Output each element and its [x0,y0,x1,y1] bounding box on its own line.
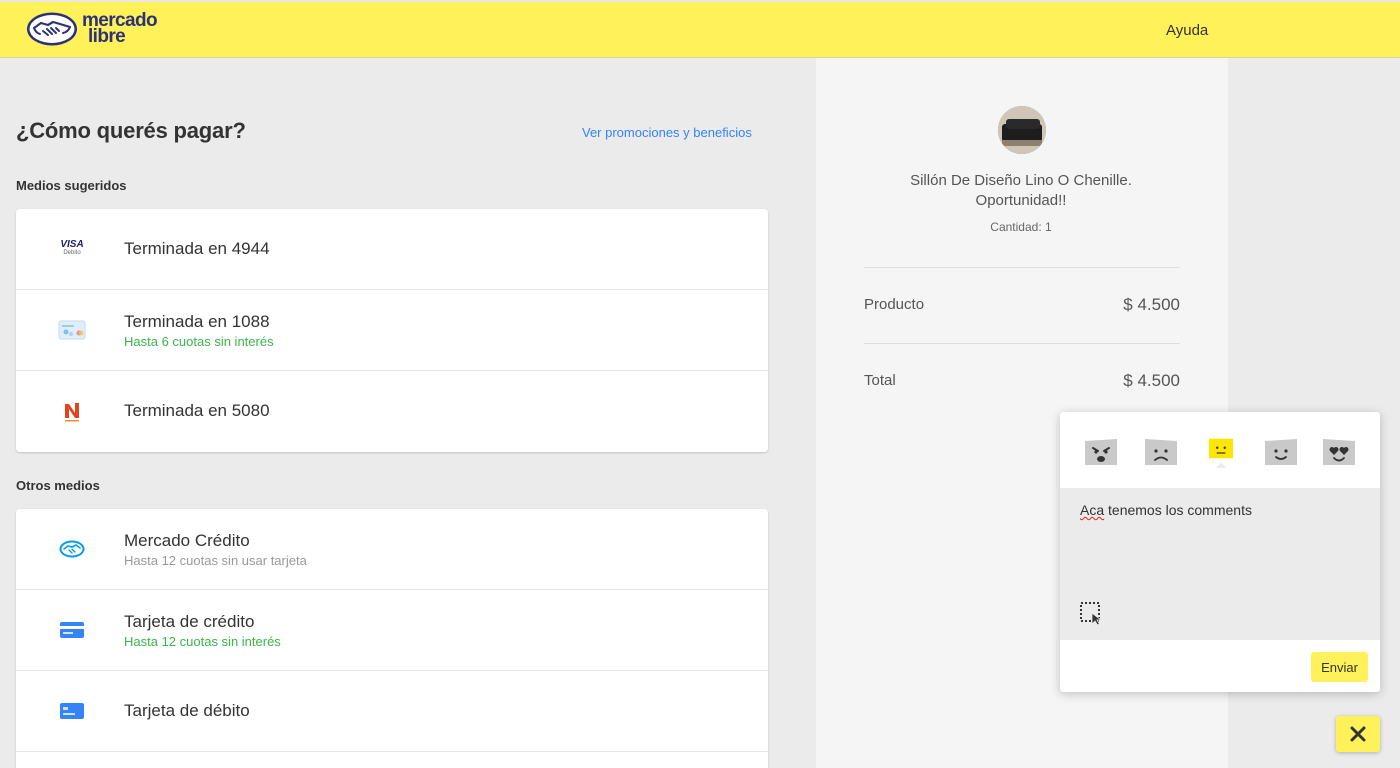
product-price-value: $ 4.500 [1123,295,1180,314]
comment-textarea[interactable]: Aca tenemos los comments [1060,488,1380,640]
comment-misspelled-word: Aca [1080,502,1105,518]
mercado-credito-icon [58,537,86,561]
payment-option-naranja-5080[interactable]: Terminada en 5080 [16,371,768,452]
angry-face-icon[interactable] [1084,438,1118,468]
payment-option-debit-card[interactable]: Tarjeta de débito [16,671,768,752]
mercadolibre-logo[interactable]: mercado libre [26,11,158,47]
credit-card-icon [58,618,86,642]
summary-divider [864,343,1180,344]
comment-rest: tenemos los comments [1104,502,1252,518]
close-feedback-button[interactable] [1336,716,1380,752]
feedback-widget: Aca tenemos los comments Enviar [1060,412,1380,692]
debit-card-icon [58,699,86,723]
send-feedback-button[interactable]: Enviar [1311,652,1368,682]
page-title: ¿Cómo querés pagar? [16,118,246,143]
option-title: Tarjeta de crédito [124,612,255,631]
handshake-logo-icon [27,12,77,46]
screenshot-select-icon[interactable] [1080,602,1104,626]
payment-methods-panel: ¿Cómo querés pagar? Ver promociones y be… [0,58,816,768]
total-label: Total [864,372,896,389]
option-subtitle: Hasta 6 cuotas sin interés [124,334,274,349]
payment-option-credit-card[interactable]: Tarjeta de crédito Hasta 12 cuotas sin i… [16,590,768,671]
option-title: Tarjeta de débito [124,701,250,720]
payment-option-1088[interactable]: Terminada en 1088 Hasta 6 cuotas sin int… [16,290,768,371]
option-title: Terminada en 1088 [124,312,270,331]
love-face-icon[interactable] [1322,438,1356,468]
payment-option-visa-4944[interactable]: VISA Debito Terminada en 4944 [16,209,768,290]
visa-debit-text: Debito [63,250,81,256]
card-generic-icon [58,318,86,342]
close-icon [1350,726,1366,742]
other-methods-card: Mercado Crédito Hasta 12 cuotas sin usar… [16,509,768,768]
sad-face-icon[interactable] [1144,438,1178,468]
option-title: Terminada en 4944 [124,239,270,258]
product-name: Sillón De Diseño Lino O Chenille. Oportu… [910,172,1132,209]
promotions-link[interactable]: Ver promociones y beneficios [582,125,752,140]
suggested-methods-label: Medios sugeridos [16,178,127,193]
rating-selector [1060,438,1380,478]
happy-face-icon[interactable] [1264,438,1298,468]
summary-divider [864,267,1180,268]
naranja-icon [58,399,86,423]
product-price-label: Producto [864,296,925,313]
product-thumbnail [998,106,1046,154]
header: mercado libre Ayuda [0,0,1400,58]
option-subtitle: Hasta 12 cuotas sin usar tarjeta [124,553,307,568]
logo-word-libre: libre [88,26,126,47]
total-value: $ 4.500 [1123,371,1180,390]
neutral-face-icon[interactable] [1204,438,1238,468]
visa-logo-text: VISA [60,239,84,250]
logo-wordmark: mercado libre [82,11,158,47]
comment-text: Aca tenemos los comments [1080,502,1252,518]
product-quantity: Cantidad: 1 [990,220,1052,234]
visa-debit-icon: VISA Debito [58,237,86,261]
option-title: Terminada en 5080 [124,401,270,420]
suggested-methods-card: VISA Debito Terminada en 4944 Terminada … [16,209,768,452]
other-methods-label: Otros medios [16,478,100,493]
payment-option-partial[interactable] [16,752,768,768]
option-title: Mercado Crédito [124,531,250,550]
payment-option-mercado-credito[interactable]: Mercado Crédito Hasta 12 cuotas sin usar… [16,509,768,590]
help-link[interactable]: Ayuda [1166,22,1208,39]
option-subtitle: Hasta 12 cuotas sin interés [124,634,281,649]
